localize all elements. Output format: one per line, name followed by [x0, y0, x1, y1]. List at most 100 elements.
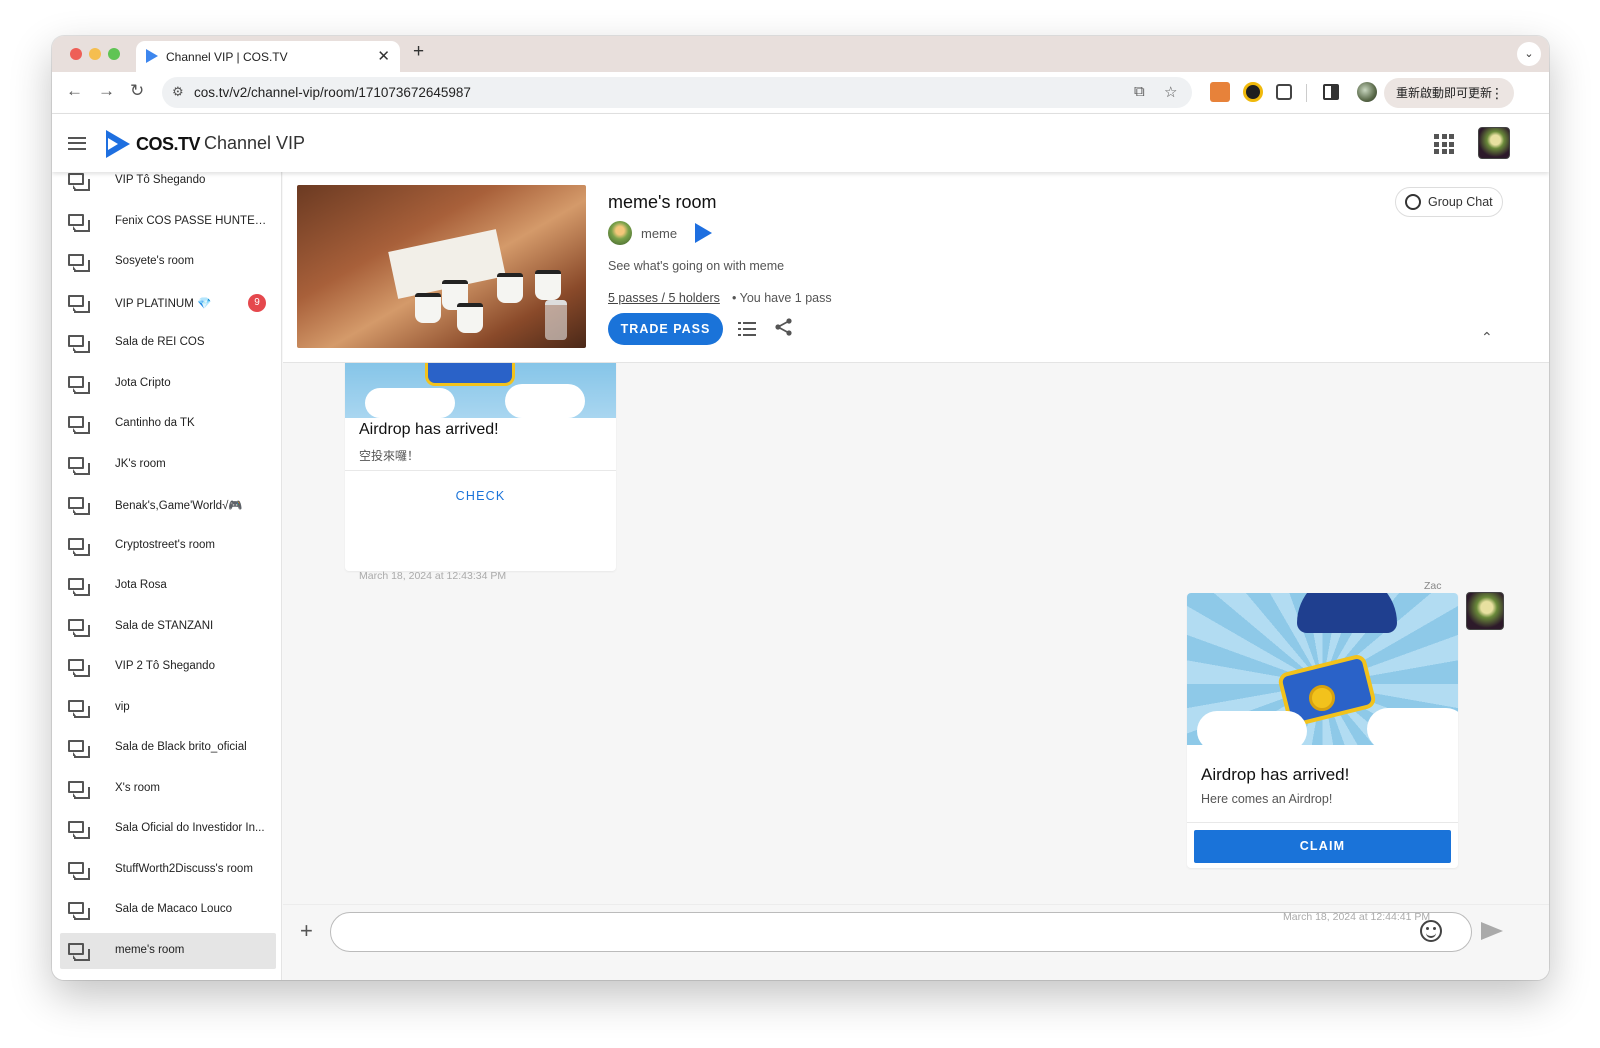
sidebar-room-item[interactable]: Fenix COS PASSE HUNTER 2: [60, 204, 276, 240]
owner-avatar[interactable]: [608, 221, 632, 245]
chat-room-icon: [68, 294, 90, 313]
sidebar-room-item[interactable]: vip: [60, 690, 276, 726]
sidebar-room-label: X's room: [115, 781, 161, 794]
check-button[interactable]: CHECK: [345, 489, 616, 503]
sidebar-room-label: Sala de STANZANI: [115, 619, 214, 632]
sidebar-room-label: Sosyete's room: [115, 255, 194, 267]
sidebar-room-item[interactable]: VIP PLATINUM 💎 9: [60, 285, 276, 321]
url-text[interactable]: cos.tv/v2/channel-vip/room/1710736726459…: [194, 85, 471, 100]
sidebar-room-item[interactable]: StuffWorth2Discuss's room: [60, 852, 276, 888]
sidebar-room-label: Sala de Macaco Louco: [115, 903, 232, 915]
sidebar-room-item[interactable]: VIP Tô Shegando: [60, 172, 276, 199]
menu-icon[interactable]: [68, 137, 86, 150]
more-menu-icon[interactable]: ⋮: [1490, 78, 1504, 108]
close-window-button[interactable]: [70, 48, 82, 60]
passes-holders-link[interactable]: 5 passes / 5 holders: [608, 291, 720, 305]
chat-room-icon: [68, 416, 90, 434]
chat-room-icon: [68, 821, 90, 839]
update-label: 重新啟動即可更新: [1396, 86, 1493, 100]
bookmark-star-icon[interactable]: ☆: [1164, 83, 1177, 101]
add-attachment-icon[interactable]: +: [300, 918, 313, 944]
share-icon[interactable]: [774, 317, 794, 337]
forward-icon[interactable]: →: [98, 81, 115, 101]
browser-toolbar: ← → ↻ ⚙ cos.tv/v2/channel-vip/room/17107…: [52, 72, 1549, 114]
chat-main: meme's room meme See what's going on wit…: [283, 172, 1549, 980]
chat-room-icon: [68, 537, 90, 556]
message-timestamp: March 18, 2024 at 12:44:41 PM: [1283, 911, 1431, 923]
chat-room-icon: [68, 659, 90, 677]
extensions-puzzle-icon[interactable]: [1276, 84, 1292, 100]
sidebar-room-item[interactable]: Benak's,Game'World√🎮: [60, 487, 276, 523]
costv-channel-icon[interactable]: [695, 223, 712, 243]
profile-avatar-icon[interactable]: [1357, 82, 1377, 102]
chat-room-icon: [68, 456, 90, 475]
update-button[interactable]: 重新啟動即可更新 ⋮: [1384, 78, 1514, 108]
chat-room-icon: [68, 902, 90, 920]
minimize-window-button[interactable]: [89, 48, 101, 60]
user-avatar[interactable]: [1478, 127, 1510, 159]
sidebar-room-item[interactable]: Sala de REI COS: [60, 325, 276, 361]
logo-text[interactable]: COS.TV: [136, 134, 201, 155]
owner-name[interactable]: meme: [641, 226, 677, 241]
room-cover-image: [297, 185, 586, 348]
close-tab-icon[interactable]: ✕: [377, 47, 390, 65]
sender-avatar[interactable]: [1466, 592, 1504, 630]
address-bar[interactable]: ⚙ cos.tv/v2/channel-vip/room/17107367264…: [162, 77, 1192, 108]
sidebar-room-label: VIP 2 Tô Shegando: [115, 660, 215, 672]
sidebar-room-item[interactable]: Sala de Black brito_oficial: [60, 730, 276, 766]
browser-tab[interactable]: Channel VIP | COS.TV ✕: [136, 41, 400, 72]
unread-badge: 9: [248, 293, 266, 312]
page-title: Channel VIP: [204, 133, 306, 153]
apps-grid-icon[interactable]: [1434, 134, 1454, 154]
sidebar-room-item[interactable]: X's room: [60, 771, 276, 807]
binance-extension-icon[interactable]: [1243, 82, 1263, 102]
sidebar-room-item[interactable]: Cryptostreet's room: [60, 528, 276, 564]
chat-room-icon: [68, 861, 90, 880]
claim-button[interactable]: CLAIM: [1194, 830, 1451, 863]
room-list-sidebar: VIP Tô Shegando Fenix COS PASSE HUNTER 2 S…: [52, 172, 282, 980]
side-panel-icon[interactable]: [1323, 84, 1339, 100]
sidebar-room-label: VIP Tô Shegando: [115, 174, 206, 186]
list-icon[interactable]: [738, 322, 756, 336]
sidebar-room-label: Sala de Black brito_oficial: [115, 741, 247, 753]
group-chat-label: Group Chat: [1428, 195, 1493, 209]
airdrop-subtitle: 空投來囉！: [359, 449, 420, 463]
airdrop-claim-card: Airdrop has arrived! Here comes an Airdr…: [1187, 593, 1458, 868]
costv-logo-icon[interactable]: [106, 130, 130, 158]
sidebar-room-item[interactable]: Sala de Macaco Louco: [60, 892, 276, 928]
chat-room-icon: [68, 699, 90, 718]
browser-window: Channel VIP | COS.TV ✕ + ⌄ ← → ↻ ⚙ cos.t…: [52, 36, 1549, 980]
chat-room-icon: [68, 780, 90, 799]
sidebar-room-item[interactable]: Jota Cripto: [60, 366, 276, 402]
sidebar-room-item[interactable]: Cantinho da TK: [60, 406, 276, 442]
metamask-extension-icon[interactable]: [1210, 82, 1230, 102]
sidebar-room-item[interactable]: VIP 2 Tô Shegando: [60, 649, 276, 685]
airdrop-image: [1187, 593, 1458, 745]
tab-search-button[interactable]: ⌄: [1517, 42, 1541, 66]
group-chat-button[interactable]: Group Chat: [1395, 187, 1503, 217]
collapse-header-icon[interactable]: ⌃: [1481, 329, 1493, 346]
reload-icon[interactable]: ↻: [130, 81, 144, 101]
sidebar-room-item[interactable]: Sala Oficial do Investidor In...: [60, 811, 276, 847]
app-header: COS.TV Channel VIP: [52, 114, 1549, 172]
airdrop-title: Airdrop has arrived!: [1201, 765, 1350, 784]
back-icon[interactable]: ←: [66, 81, 83, 101]
sidebar-room-item[interactable]: meme's room: [60, 932, 276, 969]
sidebar-room-item[interactable]: Sala de STANZANI: [60, 609, 276, 645]
maximize-window-button[interactable]: [108, 48, 120, 60]
sidebar-room-label: Jota Cripto: [115, 376, 171, 389]
install-app-icon[interactable]: ⧉: [1134, 83, 1145, 100]
new-tab-button[interactable]: +: [413, 41, 424, 63]
sidebar-room-label: Cryptostreet's room: [115, 538, 215, 551]
sidebar-room-item[interactable]: JK's room: [60, 447, 276, 483]
send-icon[interactable]: [1481, 922, 1503, 940]
toolbar-divider: [1306, 84, 1307, 102]
airdrop-subtitle: Here comes an Airdrop!: [1201, 792, 1333, 806]
sidebar-room-item[interactable]: Sosyete's room: [60, 244, 276, 280]
sidebar-room-item[interactable]: Jota Rosa: [60, 568, 276, 604]
trade-pass-button[interactable]: TRADE PASS: [608, 313, 723, 345]
site-info-icon[interactable]: ⚙: [172, 84, 184, 100]
emoji-icon[interactable]: [1420, 920, 1442, 942]
chat-room-icon: [68, 942, 90, 961]
chat-room-icon: [68, 497, 90, 515]
